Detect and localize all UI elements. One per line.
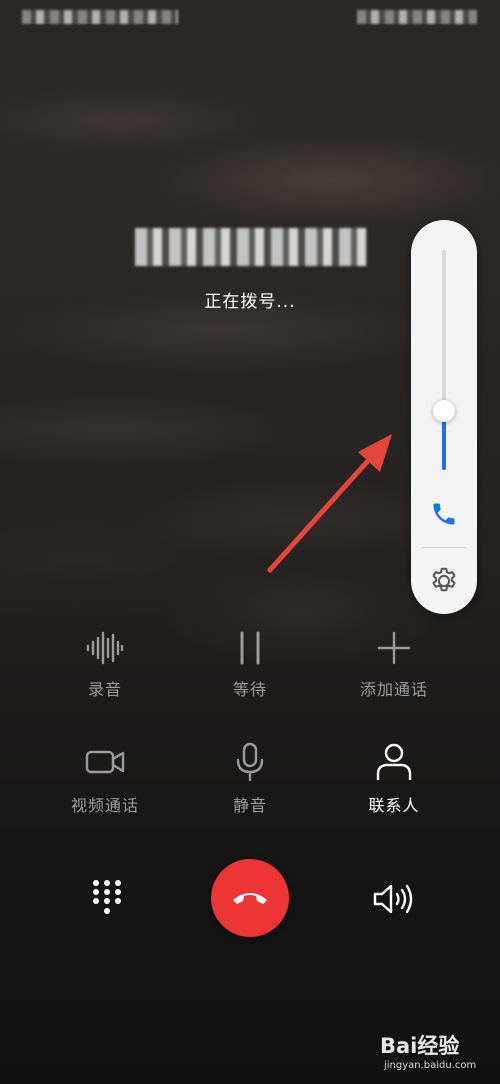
volume-panel (411, 220, 477, 614)
keypad-icon[interactable] (90, 878, 124, 918)
add-call-label: 添加通话 (359, 680, 428, 699)
plus-icon (377, 631, 411, 665)
microphone-icon (236, 742, 264, 782)
waveform-icon (86, 631, 124, 665)
video-camera-icon (85, 750, 125, 774)
volume-slider-thumb[interactable] (433, 399, 455, 422)
record-button[interactable]: 录音 (35, 630, 175, 700)
call-screen: 正在拨号... 录音 等待 添加通话 视频通话 静音 联系人 Bai经验 jin… (0, 0, 500, 1084)
hold-button[interactable]: 等待 (180, 630, 320, 700)
mute-label: 静音 (232, 796, 267, 815)
contacts-button[interactable]: 联系人 (324, 742, 464, 816)
watermark: Bai经验 jingyan.baidu.com (380, 1030, 496, 1080)
mute-button[interactable]: 静音 (180, 742, 320, 816)
gear-icon[interactable] (428, 565, 460, 597)
hang-up-icon (233, 893, 267, 904)
record-label: 录音 (87, 680, 122, 699)
person-icon (376, 743, 412, 780)
video-call-label: 视频通话 (70, 796, 139, 815)
hang-up-button[interactable] (211, 859, 289, 937)
volume-slider[interactable] (433, 250, 455, 470)
video-call-button[interactable]: 视频通话 (35, 742, 175, 816)
volume-panel-divider (422, 547, 466, 548)
contacts-label: 联系人 (368, 796, 420, 815)
hold-label: 等待 (232, 680, 267, 699)
add-call-button[interactable]: 添加通话 (324, 630, 464, 700)
watermark-brand: Bai经验 (380, 1034, 460, 1058)
status-bar-left-redacted (22, 10, 178, 24)
phone-icon[interactable] (430, 500, 458, 528)
watermark-url: jingyan.baidu.com (384, 1060, 477, 1071)
speaker-icon[interactable] (372, 882, 416, 916)
pause-icon (240, 631, 260, 665)
annotation-arrow (267, 434, 392, 573)
status-bar-right-redacted (357, 10, 477, 24)
phone-number-redacted (135, 228, 367, 266)
